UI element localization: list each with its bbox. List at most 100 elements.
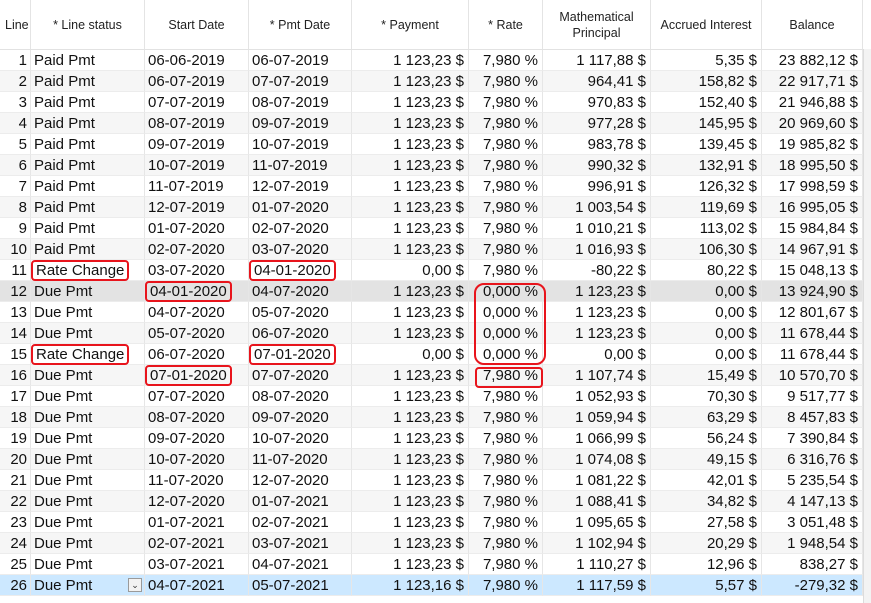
cell-balance[interactable]: 9 517,77 $ [762,386,863,407]
cell-line[interactable]: 5 [0,134,31,155]
chevron-down-icon[interactable]: ⌄ [128,578,142,592]
cell-line-status[interactable]: Due Pmt [31,407,145,428]
cell-mathematical-principal[interactable]: 1 016,93 $ [543,239,651,260]
cell-line-status[interactable]: Paid Pmt [31,239,145,260]
cell-pmt-date[interactable]: 05-07-2020 [249,302,352,323]
cell-mathematical-principal[interactable]: 1 081,22 $ [543,470,651,491]
cell-accrued-interest[interactable]: 80,22 $ [651,260,762,281]
cell-mathematical-principal[interactable]: 1 052,93 $ [543,386,651,407]
cell-mathematical-principal[interactable]: 1 123,23 $ [543,281,651,302]
cell-balance[interactable]: 16 995,05 $ [762,197,863,218]
cell-balance[interactable]: 15 048,13 $ [762,260,863,281]
cell-payment[interactable]: 1 123,23 $ [352,554,469,575]
cell-balance[interactable]: 8 457,83 $ [762,407,863,428]
cell-line-status[interactable]: Rate Change [31,260,145,281]
table-row[interactable]: 12 Due Pmt 04-01-2020 04-07-2020 1 123,23 $ 0… [0,281,871,302]
cell-line[interactable]: 6 [0,155,31,176]
cell-line-status[interactable]: Paid Pmt [31,176,145,197]
table-row[interactable]: 24 Due Pmt 02-07-2021 03-07-2021 1 123,23 $ 7… [0,533,871,554]
cell-pmt-date[interactable]: 09-07-2020 [249,407,352,428]
cell-accrued-interest[interactable]: 119,69 $ [651,197,762,218]
cell-pmt-date[interactable]: 04-01-2020 [249,260,352,281]
cell-accrued-interest[interactable]: 5,35 $ [651,50,762,71]
cell-accrued-interest[interactable]: 42,01 $ [651,470,762,491]
cell-line[interactable]: 8 [0,197,31,218]
cell-start-date[interactable]: 03-07-2021 [145,554,249,575]
cell-line-status[interactable]: Rate Change [31,344,145,365]
table-row[interactable]: 14 Due Pmt 05-07-2020 06-07-2020 1 123,23 $ 0… [0,323,871,344]
cell-balance[interactable]: 20 969,60 $ [762,113,863,134]
cell-accrued-interest[interactable]: 113,02 $ [651,218,762,239]
cell-line[interactable]: 15 [0,344,31,365]
cell-balance[interactable]: 11 678,44 $ [762,323,863,344]
table-row[interactable]: 13 Due Pmt 04-07-2020 05-07-2020 1 123,23 $ 0… [0,302,871,323]
cell-line-status[interactable]: Due Pmt [31,323,145,344]
cell-line-status[interactable]: Due Pmt [31,554,145,575]
cell-balance[interactable]: 10 570,70 $ [762,365,863,386]
cell-line-status[interactable]: Due Pmt [31,491,145,512]
cell-start-date[interactable]: 09-07-2019 [145,134,249,155]
cell-start-date[interactable]: 02-07-2020 [145,239,249,260]
cell-start-date[interactable]: 11-07-2019 [145,176,249,197]
cell-rate[interactable]: 7,980 % [469,197,543,218]
table-row[interactable]: 21 Due Pmt 11-07-2020 12-07-2020 1 123,23 $ 7… [0,470,871,491]
cell-start-date[interactable]: 03-07-2020 [145,260,249,281]
cell-payment[interactable]: 1 123,23 $ [352,71,469,92]
cell-line-status[interactable]: Paid Pmt [31,71,145,92]
cell-line[interactable]: 23 [0,512,31,533]
cell-line[interactable]: 12 [0,281,31,302]
cell-accrued-interest[interactable]: 158,82 $ [651,71,762,92]
cell-line-status[interactable]: Due Pmt [31,281,145,302]
cell-line[interactable]: 10 [0,239,31,260]
cell-line[interactable]: 18 [0,407,31,428]
cell-pmt-date[interactable]: 05-07-2021 [249,575,352,596]
cell-rate[interactable]: 7,980 % [469,554,543,575]
table-row[interactable]: 1 Paid Pmt 06-06-2019 06-07-2019 1 123,23 $ 7… [0,50,871,71]
cell-payment[interactable]: 1 123,23 $ [352,92,469,113]
cell-start-date[interactable]: 08-07-2020 [145,407,249,428]
cell-line-status[interactable]: Due Pmt [31,470,145,491]
cell-rate[interactable]: 7,980 % [469,155,543,176]
cell-payment[interactable]: 1 123,23 $ [352,323,469,344]
cell-rate[interactable]: 7,980 % [469,470,543,491]
cell-payment[interactable]: 1 123,23 $ [352,386,469,407]
cell-pmt-date[interactable]: 06-07-2020 [249,323,352,344]
cell-start-date[interactable]: 06-07-2019 [145,71,249,92]
cell-balance[interactable]: 12 801,67 $ [762,302,863,323]
cell-mathematical-principal[interactable]: 1 074,08 $ [543,449,651,470]
cell-mathematical-principal[interactable]: 1 088,41 $ [543,491,651,512]
cell-payment[interactable]: 1 123,23 $ [352,50,469,71]
table-row[interactable]: 7 Paid Pmt 11-07-2019 12-07-2019 1 123,23 $ 7… [0,176,871,197]
cell-balance[interactable]: 1 948,54 $ [762,533,863,554]
cell-rate[interactable]: 0,000 % [469,323,543,344]
cell-rate[interactable]: 0,000 % [469,344,543,365]
cell-rate[interactable]: 7,980 % [469,428,543,449]
cell-line[interactable]: 20 [0,449,31,470]
cell-line[interactable]: 19 [0,428,31,449]
cell-line-status[interactable]: Due Pmt [31,365,145,386]
header-line[interactable]: Line [0,0,31,49]
cell-line-status[interactable]: Paid Pmt [31,197,145,218]
cell-line-status[interactable]: Due Pmt [31,428,145,449]
cell-payment[interactable]: 1 123,23 $ [352,239,469,260]
table-row[interactable]: 9 Paid Pmt 01-07-2020 02-07-2020 1 123,23 $ 7… [0,218,871,239]
cell-line[interactable]: 13 [0,302,31,323]
cell-line[interactable]: 25 [0,554,31,575]
cell-mathematical-principal[interactable]: 1 107,74 $ [543,365,651,386]
cell-payment[interactable]: 1 123,23 $ [352,428,469,449]
cell-balance[interactable]: -279,32 $ [762,575,863,596]
cell-accrued-interest[interactable]: 106,30 $ [651,239,762,260]
cell-payment[interactable]: 1 123,23 $ [352,281,469,302]
cell-start-date[interactable]: 04-07-2021 [145,575,249,596]
cell-balance[interactable]: 14 967,91 $ [762,239,863,260]
cell-pmt-date[interactable]: 12-07-2020 [249,470,352,491]
cell-line[interactable]: 3 [0,92,31,113]
cell-accrued-interest[interactable]: 49,15 $ [651,449,762,470]
cell-rate[interactable]: 0,000 % [469,281,543,302]
cell-accrued-interest[interactable]: 15,49 $ [651,365,762,386]
cell-mathematical-principal[interactable]: 1 123,23 $ [543,302,651,323]
cell-accrued-interest[interactable]: 20,29 $ [651,533,762,554]
cell-rate[interactable]: 7,980 % [469,113,543,134]
cell-pmt-date[interactable]: 04-07-2020 [249,281,352,302]
cell-pmt-date[interactable]: 11-07-2020 [249,449,352,470]
